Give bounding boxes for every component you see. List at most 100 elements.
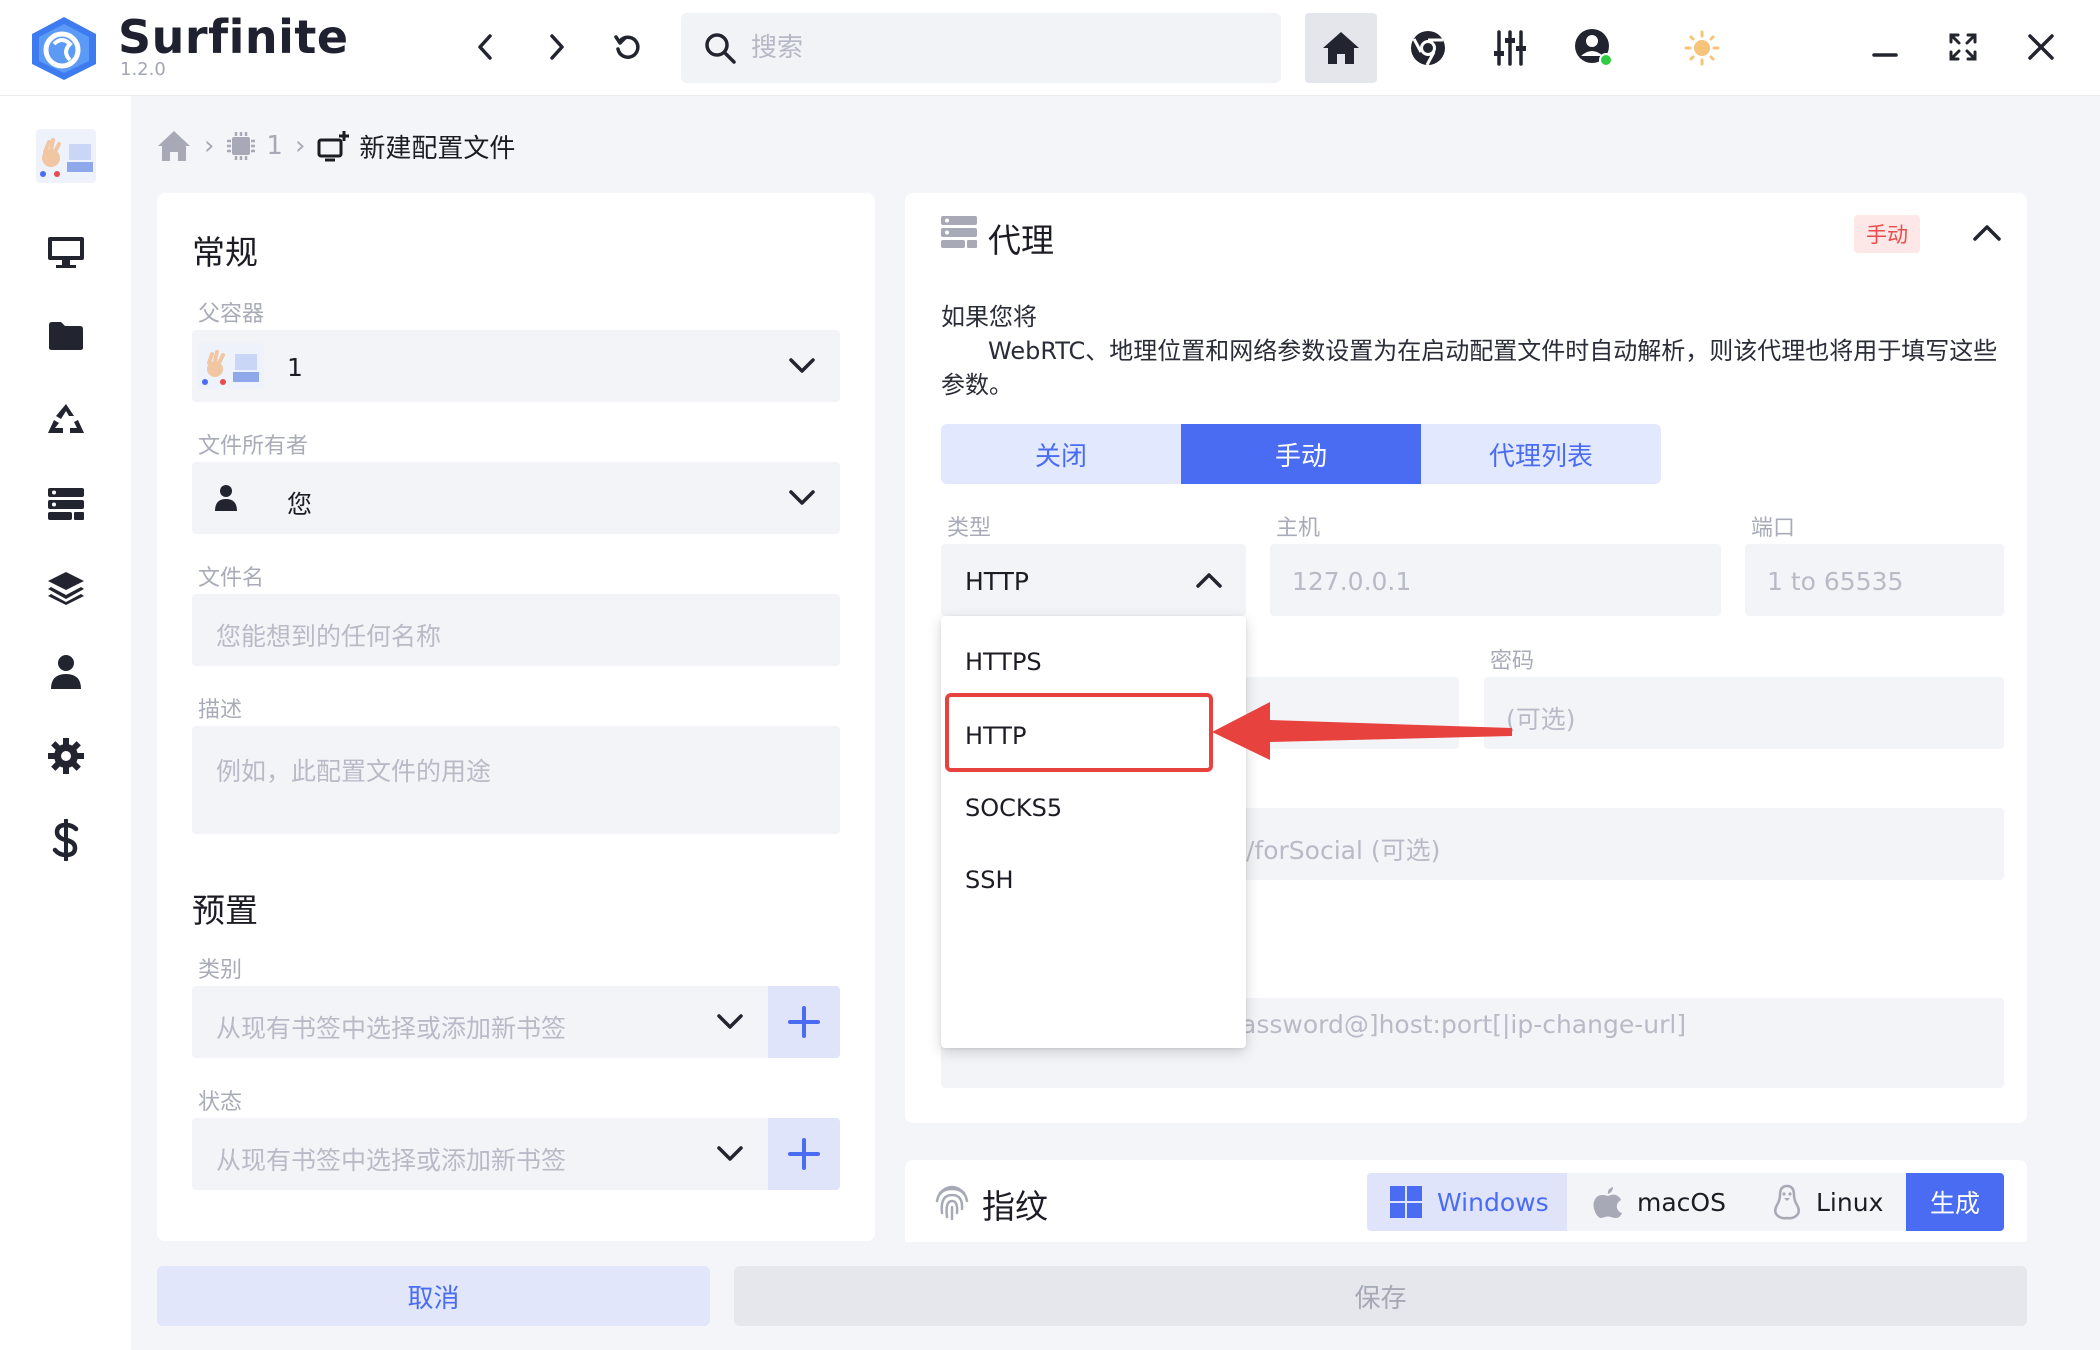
chevron-up-icon <box>1196 573 1222 588</box>
user-circle-icon <box>1575 29 1613 67</box>
sidebar-item-profiles[interactable] <box>34 222 98 282</box>
category-label: 类别 <box>198 958 243 983</box>
change-ip-url-input[interactable]: /forSocial (可选) <box>1246 808 2004 880</box>
user-icon <box>51 655 81 689</box>
status-select[interactable]: 从现有书签中选择或添加新书签 <box>192 1118 768 1190</box>
sidebar <box>0 96 131 1350</box>
refresh-button[interactable] <box>604 24 650 70</box>
add-category-button[interactable] <box>768 986 840 1058</box>
status-label: 状态 <box>198 1090 243 1115</box>
filename-label: 文件名 <box>198 566 265 591</box>
close-button[interactable] <box>2018 24 2064 70</box>
os-windows-button[interactable]: Windows <box>1367 1173 1567 1231</box>
account-button[interactable] <box>1566 20 1622 76</box>
layers-icon <box>48 572 84 605</box>
search-input[interactable] <box>751 13 1261 83</box>
description-textarea[interactable]: 例如，此配置文件的用途 <box>192 726 840 834</box>
settings-sliders-button[interactable] <box>1484 22 1536 74</box>
os-linux-label: Linux <box>1816 1187 1884 1217</box>
proxy-mode-off-tab[interactable]: 关闭 <box>941 424 1181 484</box>
breadcrumb-step-1[interactable]: 1 <box>266 131 283 161</box>
proxy-host-placeholder: 127.0.0.1 <box>1292 567 1412 596</box>
proxy-password-input[interactable]: (可选) <box>1484 677 2004 749</box>
os-selector: Windows macOS Linux 生成 <box>1367 1173 2004 1231</box>
proxy-port-input[interactable]: 1 to 65535 <box>1745 544 2004 616</box>
parent-container-value: 1 <box>287 353 303 382</box>
theme-toggle-button[interactable] <box>1676 22 1728 74</box>
proxy-mode-manual-tab[interactable]: 手动 <box>1181 424 1421 484</box>
expand-icon <box>1949 33 1977 61</box>
dollar-icon <box>52 819 79 861</box>
browser-button[interactable] <box>1402 22 1454 74</box>
proxy-type-select[interactable]: HTTP <box>941 544 1246 616</box>
dropdown-option-socks5[interactable]: SOCKS5 <box>965 794 1062 822</box>
general-section-title: 常规 <box>192 233 258 272</box>
surfinite-logo <box>32 17 96 80</box>
owner-select[interactable]: 您 <box>192 462 840 534</box>
parent-container-select[interactable]: 1 <box>192 330 840 402</box>
sliders-icon <box>1494 30 1526 66</box>
chevron-left-icon <box>478 34 492 60</box>
minimize-button[interactable] <box>1862 24 1908 70</box>
sidebar-item-team[interactable] <box>34 642 98 702</box>
server-icon <box>941 216 977 248</box>
search-bar[interactable] <box>681 13 1281 83</box>
proxy-host-input[interactable]: 127.0.0.1 <box>1270 544 1721 616</box>
proxy-type-dropdown: HTTPS HTTP SOCKS5 SSH <box>941 616 1246 1048</box>
proxy-password-placeholder: (可选) <box>1506 705 1576 734</box>
chip-icon <box>227 132 256 160</box>
forward-button[interactable] <box>534 24 580 70</box>
monitor-icon <box>48 237 84 268</box>
chevron-down-icon <box>789 490 815 505</box>
proxy-port-placeholder: 1 to 65535 <box>1767 567 1904 596</box>
parent-container-label: 父容器 <box>198 302 265 327</box>
proxy-description: 如果您将 WebRTC、地理位置和网络参数设置为在启动配置文件时自动解析，则该代… <box>941 300 2001 402</box>
chevron-right-icon <box>550 34 564 60</box>
os-macos-label: macOS <box>1637 1187 1726 1217</box>
sidebar-item-proxies[interactable] <box>34 474 98 534</box>
chevron-down-icon <box>717 1146 743 1161</box>
home-button[interactable] <box>1305 13 1377 83</box>
proxy-password-label: 密码 <box>1490 649 1535 674</box>
sidebar-item-billing[interactable] <box>34 810 98 870</box>
back-button[interactable] <box>462 24 508 70</box>
category-select[interactable]: 从现有书签中选择或添加新书签 <box>192 986 768 1058</box>
highlight-annotation-box <box>945 693 1213 772</box>
proxy-mode-badge: 手动 <box>1854 215 1920 253</box>
os-linux-button[interactable]: Linux <box>1772 1173 1902 1231</box>
close-icon <box>2028 34 2054 60</box>
sidebar-item-trash[interactable] <box>34 390 98 450</box>
home-icon[interactable] <box>156 129 192 163</box>
os-macos-button[interactable]: macOS <box>1593 1173 1763 1231</box>
sidebar-item-extensions[interactable] <box>34 558 98 618</box>
breadcrumb: › 1 › 新建配置文件 <box>156 124 515 168</box>
chevron-up-icon[interactable] <box>1972 222 2002 244</box>
windows-icon <box>1390 1186 1422 1218</box>
sidebar-item-settings[interactable] <box>34 726 98 786</box>
dropdown-option-https[interactable]: HTTPS <box>965 648 1042 676</box>
sidebar-item-folders[interactable] <box>34 306 98 366</box>
fullscreen-button[interactable] <box>1940 24 1986 70</box>
app-version: 1.2.0 <box>120 59 166 80</box>
plus-icon <box>788 1006 820 1038</box>
proxy-mode-list-tab[interactable]: 代理列表 <box>1421 424 1661 484</box>
apple-icon <box>1593 1187 1622 1218</box>
add-status-button[interactable] <box>768 1118 840 1190</box>
dropdown-option-ssh[interactable]: SSH <box>965 866 1014 894</box>
generate-fingerprint-button[interactable]: 生成 <box>1906 1173 2004 1231</box>
chevron-down-icon <box>717 1014 743 1029</box>
breadcrumb-separator: › <box>204 131 215 161</box>
description-placeholder: 例如，此配置文件的用途 <box>216 757 492 786</box>
sidebar-item-profile-thumbnail[interactable] <box>34 126 98 186</box>
preset-section-title: 预置 <box>192 891 258 930</box>
home-icon <box>1323 32 1359 64</box>
save-button[interactable]: 保存 <box>734 1266 2027 1326</box>
refresh-icon <box>614 35 640 59</box>
proxy-paste-placeholder: assword@]host:port[|ip-change-url] <box>1241 1010 1687 1039</box>
cancel-button[interactable]: 取消 <box>157 1266 710 1326</box>
breadcrumb-current: 新建配置文件 <box>359 133 516 164</box>
chrome-icon <box>1411 31 1445 66</box>
filename-input[interactable]: 您能想到的任何名称 <box>192 594 840 666</box>
folder-icon <box>49 322 83 350</box>
gear-icon <box>48 738 84 774</box>
